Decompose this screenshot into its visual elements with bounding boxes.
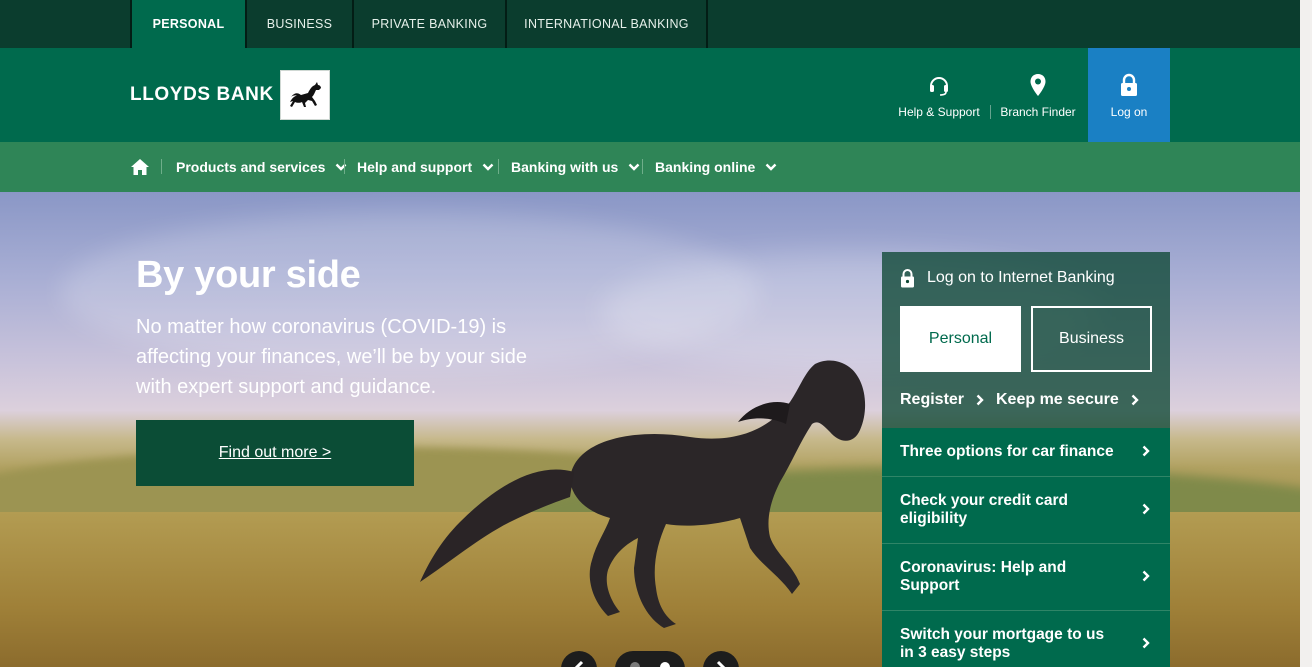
promo-label: Switch your mortgage to us in 3 easy ste… <box>900 626 1105 661</box>
nav-item-label: Products and services <box>176 159 326 175</box>
register-label: Register <box>900 391 965 408</box>
brand-tabs: PERSONAL BUSINESS PRIVATE BANKING INTERN… <box>130 0 708 48</box>
logon-panel-title-text: Log on to Internet Banking <box>927 269 1115 286</box>
nav-divider <box>161 159 162 174</box>
find-out-more-button[interactable]: Find out more > <box>136 420 414 486</box>
tab-international-banking[interactable]: INTERNATIONAL BANKING <box>507 0 708 48</box>
log-on-label: Log on <box>1110 105 1148 119</box>
page-gutter <box>1300 0 1312 667</box>
logon-panel-title: Log on to Internet Banking <box>900 268 1115 288</box>
chevron-right-icon <box>1142 637 1150 649</box>
utility-divider <box>990 105 991 119</box>
hero-banner: By your side No matter how coronavirus (… <box>0 192 1300 667</box>
carousel-next-button[interactable] <box>703 651 739 667</box>
carousel-dot-1[interactable] <box>630 662 640 667</box>
hero-description: No matter how coronavirus (COVID-19) is … <box>136 316 527 398</box>
keep-me-secure-link[interactable]: Keep me secure <box>996 391 1139 409</box>
chevron-right-icon <box>1142 570 1150 582</box>
branch-finder-link[interactable]: Branch Finder <box>996 48 1080 142</box>
business-logon-button[interactable]: Business <box>1031 306 1152 372</box>
tab-private-banking[interactable]: PRIVATE BANKING <box>354 0 507 48</box>
nav-divider <box>642 159 643 174</box>
promo-credit-card-eligibility[interactable]: Check your credit card eligibility <box>882 477 1170 544</box>
chevron-down-icon <box>765 163 777 171</box>
nav-banking-with-us[interactable]: Banking with us <box>511 142 640 192</box>
promo-label: Three options for car finance <box>900 443 1114 460</box>
branch-finder-label: Branch Finder <box>1000 105 1076 119</box>
chevron-right-icon <box>1131 394 1139 406</box>
main-nav: Products and services Help and support B… <box>0 142 1300 192</box>
nav-item-label: Banking online <box>655 159 756 175</box>
page: PERSONAL BUSINESS PRIVATE BANKING INTERN… <box>0 0 1300 667</box>
chevron-right-icon <box>1142 503 1150 515</box>
hero-title: By your side <box>136 254 361 296</box>
nav-divider <box>344 159 345 174</box>
brand-tabs-bar: PERSONAL BUSINESS PRIVATE BANKING INTERN… <box>0 0 1300 48</box>
carousel-dot-2[interactable] <box>660 662 670 667</box>
headset-icon <box>927 71 951 97</box>
nav-item-label: Help and support <box>357 159 473 175</box>
keep-me-secure-label: Keep me secure <box>996 391 1119 408</box>
chevron-down-icon <box>335 163 347 171</box>
chevron-right-icon <box>976 394 984 406</box>
nav-divider <box>498 159 499 174</box>
nav-banking-online[interactable]: Banking online <box>655 142 777 192</box>
home-icon[interactable] <box>130 158 150 176</box>
help-support-label: Help & Support <box>898 105 980 119</box>
logo-text[interactable]: LLOYDS BANK <box>130 84 274 106</box>
promo-car-finance[interactable]: Three options for car finance <box>882 428 1170 477</box>
carousel-prev-button[interactable] <box>561 651 597 667</box>
log-on-button[interactable]: Log on <box>1088 48 1170 142</box>
help-support-link[interactable]: Help & Support <box>895 48 983 142</box>
promo-label: Check your credit card eligibility <box>900 492 1068 527</box>
chevron-down-icon <box>482 163 494 171</box>
tab-personal[interactable]: PERSONAL <box>132 0 247 48</box>
padlock-icon <box>1119 71 1139 97</box>
chevron-right-icon <box>716 660 726 667</box>
nav-products-and-services[interactable]: Products and services <box>176 142 347 192</box>
black-horse-logo[interactable] <box>280 70 330 120</box>
tab-business[interactable]: BUSINESS <box>247 0 354 48</box>
promo-coronavirus-help[interactable]: Coronavirus: Help and Support <box>882 544 1170 611</box>
location-pin-icon <box>1029 71 1047 97</box>
carousel-pager <box>615 651 685 667</box>
personal-logon-button[interactable]: Personal <box>900 306 1021 372</box>
padlock-icon <box>900 268 915 288</box>
chevron-left-icon <box>574 660 584 667</box>
nav-help-and-support[interactable]: Help and support <box>357 142 494 192</box>
promo-switch-mortgage[interactable]: Switch your mortgage to us in 3 easy ste… <box>882 611 1170 667</box>
promo-list: Three options for car finance Check your… <box>882 428 1170 667</box>
chevron-down-icon <box>628 163 640 171</box>
nav-item-label: Banking with us <box>511 159 619 175</box>
site-header: LLOYDS BANK Help & Support Branch Finder… <box>0 48 1300 142</box>
logon-panel: Log on to Internet Banking Personal Busi… <box>882 252 1170 428</box>
register-link[interactable]: Register <box>900 391 984 409</box>
promo-label: Coronavirus: Help and Support <box>900 559 1067 594</box>
chevron-right-icon <box>1142 445 1150 457</box>
